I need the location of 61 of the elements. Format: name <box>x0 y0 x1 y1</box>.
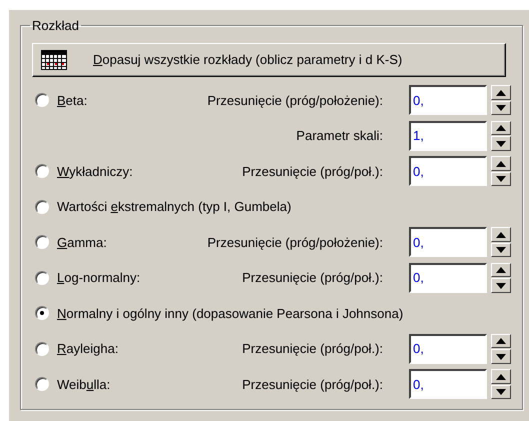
fit-all-button[interactable]: Dopasuj wszystkie rozkłady (oblicz parametry i d K-S) <box>32 42 506 76</box>
down-arrow-icon <box>496 105 506 111</box>
option-label[interactable]: Rayleigha: <box>57 339 118 358</box>
up-arrow-icon <box>496 374 506 380</box>
option-label[interactable]: Wykładniczy: <box>57 162 133 181</box>
option-label[interactable]: Normalny i ogólny inny (dopasowanie Pearsona i Johnsona) <box>57 304 404 323</box>
number-field[interactable]: 0, <box>409 334 487 364</box>
field-label: Przesunięcie (próg/poł.): <box>242 340 383 358</box>
field-label: Parametr skali: <box>296 127 383 145</box>
radio-button[interactable] <box>35 342 49 356</box>
number-field[interactable]: 1, <box>409 120 487 151</box>
group-title: Rozkład <box>31 17 80 35</box>
option-label[interactable]: Weibulla: <box>57 374 110 394</box>
number-field[interactable]: 0, <box>409 156 487 186</box>
radio-button[interactable] <box>35 377 49 392</box>
spin-up-button[interactable] <box>491 120 511 136</box>
down-arrow-icon <box>496 176 506 182</box>
spin-down-button[interactable] <box>491 278 511 293</box>
spin-up-button[interactable] <box>491 262 511 278</box>
radio-button[interactable] <box>35 200 49 214</box>
radio-button[interactable] <box>35 164 49 178</box>
down-arrow-icon <box>496 354 506 360</box>
spin-down-button[interactable] <box>491 349 511 364</box>
up-arrow-icon <box>496 90 506 96</box>
option-label[interactable]: Beta: <box>57 90 88 110</box>
field-label: Przesunięcie (próg/położenie): <box>207 92 383 110</box>
radio-button[interactable] <box>35 270 49 285</box>
down-arrow-icon <box>496 282 506 288</box>
spin-up-button[interactable] <box>491 334 511 348</box>
up-arrow-icon <box>496 125 506 131</box>
field-label: Przesunięcie (próg/poł.): <box>242 269 383 287</box>
up-arrow-icon <box>496 338 506 344</box>
field-label: Przesunięcie (próg/położenie): <box>207 234 383 252</box>
number-field[interactable]: 0, <box>409 227 487 258</box>
spin-down-button[interactable] <box>491 136 511 151</box>
radio-button[interactable] <box>35 235 49 250</box>
up-arrow-icon <box>496 267 506 273</box>
down-arrow-icon <box>496 247 506 253</box>
number-field[interactable]: 0, <box>409 369 487 400</box>
spin-up-button[interactable] <box>491 156 511 171</box>
option-label[interactable]: Wartości ekstremalnych (typ I, Gumbela) <box>57 197 292 216</box>
spin-up-button[interactable] <box>491 227 511 242</box>
up-arrow-icon <box>496 160 506 166</box>
radio-button[interactable] <box>35 306 49 320</box>
down-arrow-icon <box>496 140 506 146</box>
number-field[interactable]: 0, <box>409 262 487 293</box>
radio-button[interactable] <box>35 93 49 108</box>
spin-up-button[interactable] <box>491 85 511 100</box>
field-label: Przesunięcie (próg/poł.): <box>242 376 383 394</box>
grid-icon <box>41 50 67 70</box>
field-label: Przesunięcie (próg/poł.): <box>242 162 383 181</box>
spin-down-button[interactable] <box>491 100 511 116</box>
down-arrow-icon <box>496 389 506 395</box>
spin-up-button[interactable] <box>491 369 511 384</box>
up-arrow-icon <box>496 232 506 238</box>
spin-down-button[interactable] <box>491 242 511 258</box>
option-label[interactable]: Gamma: <box>57 232 107 252</box>
number-field[interactable]: 0, <box>409 85 487 116</box>
spin-down-button[interactable] <box>491 172 511 186</box>
spin-down-button[interactable] <box>491 384 511 400</box>
option-label[interactable]: Log-normalny: <box>57 268 140 288</box>
